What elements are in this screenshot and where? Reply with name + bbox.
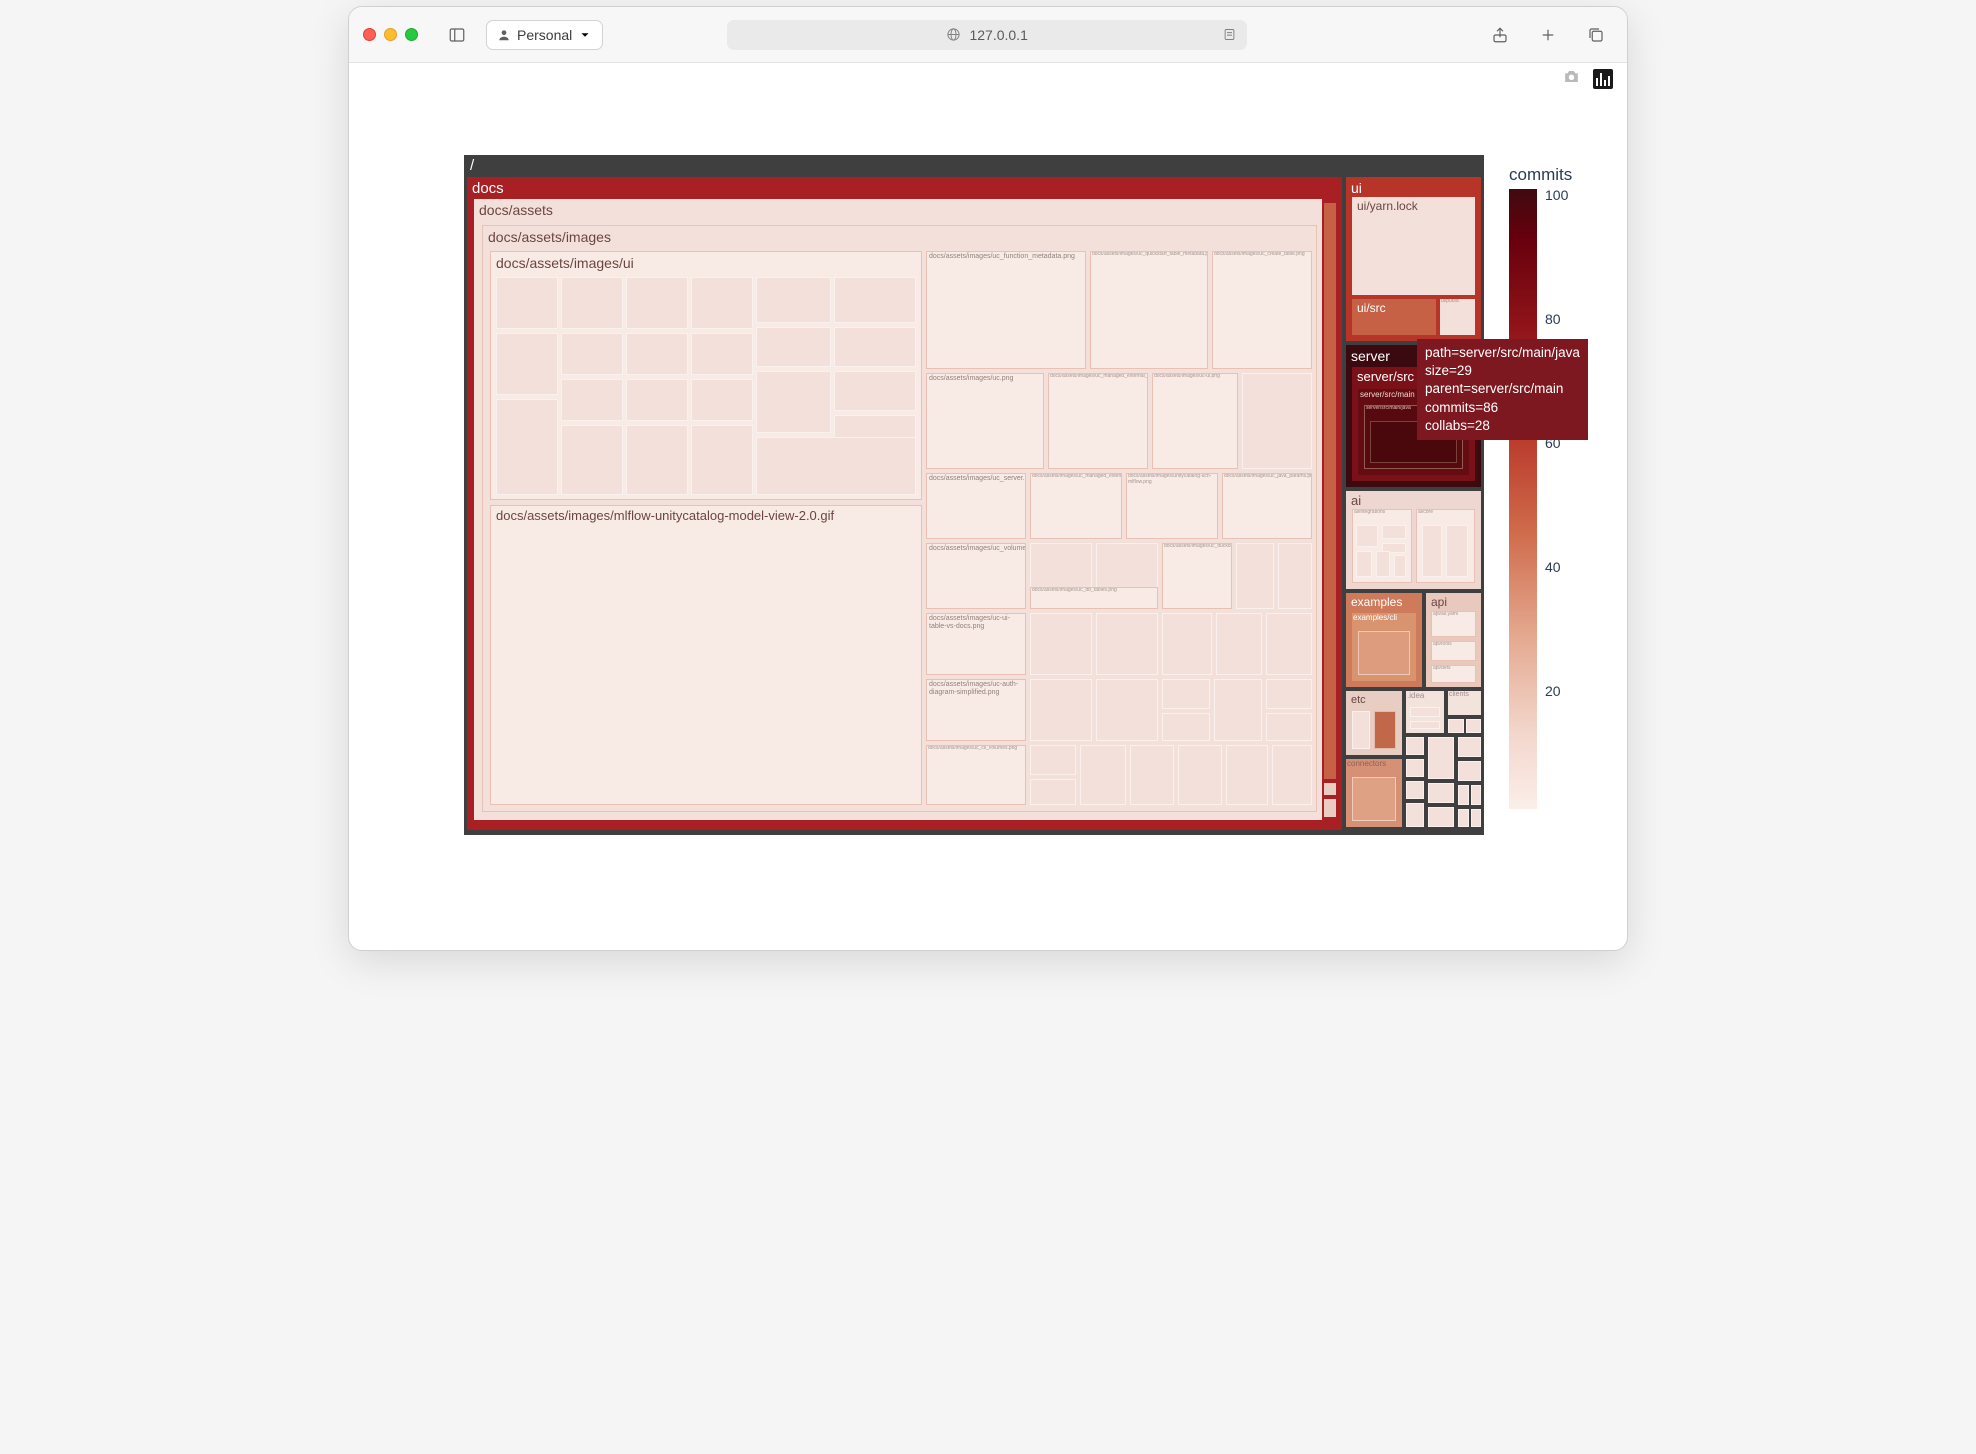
color-scale-title: commits xyxy=(1509,165,1572,185)
leaf-java-params[interactable]: docs/assets/images/uc_java_params.png xyxy=(1222,473,1312,539)
node-api-tools[interactable]: api/tools xyxy=(1431,641,1476,661)
leaf-duckdb[interactable]: docs/assets/images/uc_duckdb.png xyxy=(1162,543,1232,609)
tooltip-parent: parent=server/src/main xyxy=(1425,380,1580,398)
profile-label: Personal xyxy=(517,27,572,43)
leaf-ucserver[interactable]: docs/assets/images/uc_server.png xyxy=(926,473,1026,539)
leaf-qs-meta[interactable]: docs/assets/images/uc_quickstart_table_m… xyxy=(1090,251,1208,369)
browser-window: Personal 127.0.0.1 xyxy=(348,6,1628,951)
user-icon xyxy=(497,28,511,42)
root-node[interactable]: / xyxy=(470,157,474,174)
node-ui-public[interactable]: ui/public xyxy=(1440,299,1475,335)
tick-20: 20 xyxy=(1545,683,1561,699)
share-button[interactable] xyxy=(1483,20,1517,50)
tick-80: 80 xyxy=(1545,311,1561,327)
sidebar-toggle-button[interactable] xyxy=(440,20,474,50)
traffic-lights xyxy=(363,28,418,41)
tick-100: 100 xyxy=(1545,187,1568,203)
plot-area: / docs docs/assets docs/assets/images do… xyxy=(349,95,1627,950)
color-scale-ticks: 100 80 60 40 20 xyxy=(1545,189,1581,809)
leaf-uch-mlflow[interactable]: docs/assets/images/unitycatalog-uch-mlfl… xyxy=(1126,473,1218,539)
hover-tooltip: path=server/src/main/java size=29 parent… xyxy=(1417,339,1588,440)
tooltip-commits: commits=86 xyxy=(1425,399,1580,417)
reader-icon[interactable] xyxy=(1222,27,1237,42)
profile-menu[interactable]: Personal xyxy=(486,20,603,50)
close-button[interactable] xyxy=(363,28,376,41)
tooltip-collabs: collabs=28 xyxy=(1425,417,1580,435)
address-text: 127.0.0.1 xyxy=(969,27,1027,43)
leaf-db-tables[interactable]: docs/assets/images/uc_db_tables.png xyxy=(1030,587,1158,609)
leaf-uc[interactable]: docs/assets/images/uc.png xyxy=(926,373,1044,469)
tooltip-size: size=29 xyxy=(1425,362,1580,380)
node-mlflow-gif[interactable]: docs/assets/images/mlflow-unitycatalog-m… xyxy=(490,505,922,805)
leaf-create-tbl[interactable]: docs/assets/images/uc_create_table.png xyxy=(1212,251,1312,369)
address-bar[interactable]: 127.0.0.1 xyxy=(727,20,1247,50)
tooltip-path: path=server/src/main/java xyxy=(1425,344,1580,362)
plot-toolbar xyxy=(349,63,1627,95)
camera-icon xyxy=(1562,67,1581,86)
color-scale-bar xyxy=(1509,189,1537,809)
color-scale: commits 100 80 60 40 20 xyxy=(1509,165,1599,809)
chevron-down-icon xyxy=(578,28,592,42)
leaf-managed-drop[interactable]: docs/assets/images/uc_managed_external_t… xyxy=(1048,373,1148,469)
treemap[interactable]: / docs docs/assets docs/assets/images do… xyxy=(464,155,1484,835)
node-ui-src[interactable]: ui/src xyxy=(1352,299,1436,335)
tabs-icon xyxy=(1587,26,1605,44)
snapshot-button[interactable] xyxy=(1562,67,1581,91)
leaf-cli-vol[interactable]: docs/assets/images/uc_cli_volumes.png xyxy=(926,745,1026,805)
leaf-func-meta[interactable]: docs/assets/images/uc_function_metadata.… xyxy=(926,251,1086,369)
node-ui-yarn[interactable]: ui/yarn.lock xyxy=(1352,197,1475,295)
new-tab-button[interactable] xyxy=(1531,20,1565,50)
node-api-all[interactable]: api/all.yaml xyxy=(1431,611,1476,637)
node-api-defs[interactable]: api/defs xyxy=(1431,665,1476,683)
maximize-button[interactable] xyxy=(405,28,418,41)
leaf-vol-get[interactable]: docs/assets/images/uc_volume_get.png xyxy=(926,543,1026,609)
leaf-managed-ext[interactable]: docs/assets/images/uc_managed_external_t… xyxy=(1030,473,1122,539)
share-icon xyxy=(1491,26,1509,44)
node-clients[interactable]: clients xyxy=(1448,691,1481,715)
tick-40: 40 xyxy=(1545,559,1561,575)
leaf-ucui[interactable]: docs/assets/images/uc-ui.png xyxy=(1152,373,1238,469)
plus-icon xyxy=(1539,26,1557,44)
plotly-logo-button[interactable] xyxy=(1593,69,1613,89)
minimize-button[interactable] xyxy=(384,28,397,41)
sidebar-icon xyxy=(448,26,466,44)
titlebar: Personal 127.0.0.1 xyxy=(349,7,1627,63)
globe-icon xyxy=(946,27,961,42)
leaf-table-vs[interactable]: docs/assets/images/uc-ui-table-vs-docs.p… xyxy=(926,613,1026,675)
leaf-auth[interactable]: docs/assets/images/uc-auth-diagram-simpl… xyxy=(926,679,1026,741)
tabs-overview-button[interactable] xyxy=(1579,20,1613,50)
